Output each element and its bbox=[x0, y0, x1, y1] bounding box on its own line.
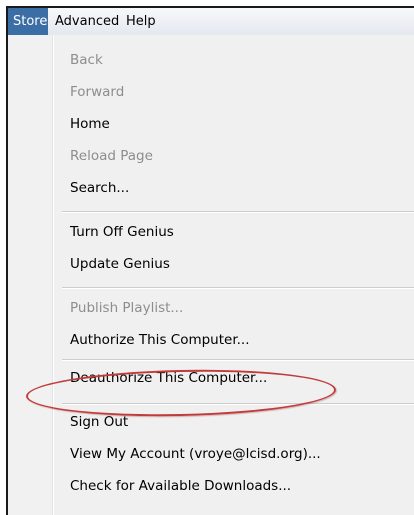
menu-separator bbox=[62, 359, 414, 361]
menu-separator bbox=[62, 287, 414, 289]
menu-item-turn-off-genius[interactable]: Turn Off Genius bbox=[70, 217, 174, 247]
menu-item-publish-playlist[interactable]: Publish Playlist... bbox=[70, 293, 183, 323]
menu-icon-gutter bbox=[8, 35, 54, 515]
app-window: Store Advanced Help Back Forward Home Re… bbox=[6, 6, 414, 515]
menu-item-back[interactable]: Back bbox=[70, 45, 103, 75]
menu-item-authorize-computer[interactable]: Authorize This Computer... bbox=[70, 325, 250, 355]
menu-help[interactable]: Help bbox=[121, 8, 161, 35]
menu-separator bbox=[62, 211, 414, 213]
menu-advanced[interactable]: Advanced bbox=[50, 8, 124, 35]
menu-item-forward[interactable]: Forward bbox=[70, 77, 124, 107]
menu-item-view-my-account[interactable]: View My Account (vroye@lcisd.org)... bbox=[70, 439, 321, 469]
menu-item-reload-page[interactable]: Reload Page bbox=[70, 141, 153, 171]
menu-item-home[interactable]: Home bbox=[70, 109, 110, 139]
menu-item-update-genius[interactable]: Update Genius bbox=[70, 249, 170, 279]
menu-item-search[interactable]: Search... bbox=[70, 173, 129, 203]
menu-bar: Store Advanced Help bbox=[8, 8, 414, 36]
menu-item-check-downloads[interactable]: Check for Available Downloads... bbox=[70, 471, 291, 501]
store-menu-dropdown: Back Forward Home Reload Page Search... … bbox=[8, 35, 414, 515]
menu-store[interactable]: Store bbox=[8, 8, 48, 35]
